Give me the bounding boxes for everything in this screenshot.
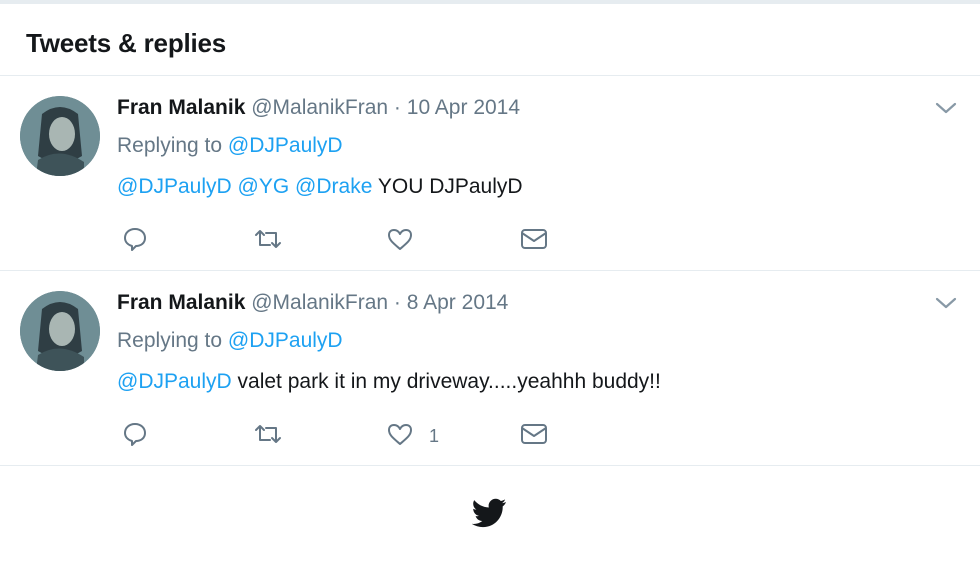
reply-target-link[interactable]: @DJPaulyD — [228, 134, 343, 157]
like-button[interactable] — [385, 226, 429, 256]
mention-link[interactable]: @Drake — [295, 175, 372, 198]
mention-link[interactable]: @DJPaulyD — [117, 370, 232, 393]
replying-to: Replying to @DJPaulyD — [117, 329, 343, 353]
retweet-icon — [252, 225, 284, 258]
tweet-header: Fran Malanik @MalanikFran · 10 Apr 2014 — [117, 96, 520, 120]
chevron-down-icon[interactable] — [934, 295, 958, 311]
page-title: Tweets & replies — [26, 28, 227, 58]
tweet-text: @DJPaulyD valet park it in my driveway..… — [117, 370, 661, 394]
author-name[interactable]: Fran Malanik — [117, 96, 245, 119]
twitter-bird-icon[interactable] — [471, 498, 508, 528]
tweet-actions: 1 — [117, 421, 577, 451]
tweet-date[interactable]: 10 Apr 2014 — [407, 96, 520, 119]
reply-target-link[interactable]: @DJPaulyD — [228, 329, 343, 352]
author-handle[interactable]: @MalanikFran — [251, 291, 388, 314]
separator: · — [393, 96, 401, 119]
like-button[interactable]: 1 — [385, 421, 439, 451]
replying-prefix: Replying to — [117, 329, 223, 352]
direct-message-button[interactable] — [519, 226, 549, 256]
envelope-icon — [519, 225, 549, 258]
mention-link[interactable]: @YG — [238, 175, 290, 198]
tweet-actions — [117, 226, 577, 256]
reply-button[interactable] — [121, 421, 149, 451]
heart-icon — [385, 225, 415, 258]
tweet-item[interactable]: Fran Malanik @MalanikFran · 10 Apr 2014 … — [0, 76, 980, 271]
envelope-icon — [519, 420, 549, 453]
avatar[interactable] — [20, 291, 100, 371]
direct-message-button[interactable] — [519, 421, 549, 451]
retweet-button[interactable] — [252, 226, 284, 256]
tweet-item[interactable]: Fran Malanik @MalanikFran · 8 Apr 2014 R… — [0, 271, 980, 466]
tweet-body: YOU DJPaulyD — [377, 175, 523, 198]
tweet-date[interactable]: 8 Apr 2014 — [407, 291, 509, 314]
chevron-down-icon[interactable] — [934, 100, 958, 116]
mention-link[interactable]: @DJPaulyD — [117, 175, 232, 198]
tweet-header: Fran Malanik @MalanikFran · 8 Apr 2014 — [117, 291, 508, 315]
heart-icon — [385, 420, 415, 453]
retweet-icon — [252, 420, 284, 453]
tweet-body: valet park it in my driveway.....yeahhh … — [237, 370, 661, 393]
author-name[interactable]: Fran Malanik — [117, 291, 245, 314]
author-handle[interactable]: @MalanikFran — [251, 96, 388, 119]
retweet-button[interactable] — [252, 421, 284, 451]
reply-icon — [121, 420, 149, 453]
timeline-header: Tweets & replies — [0, 4, 980, 76]
avatar[interactable] — [20, 96, 100, 176]
tweet-text: @DJPaulyD @YG @Drake YOU DJPaulyD — [117, 175, 523, 199]
replying-prefix: Replying to — [117, 134, 223, 157]
replying-to: Replying to @DJPaulyD — [117, 134, 343, 158]
separator: · — [393, 291, 401, 314]
reply-icon — [121, 225, 149, 258]
reply-button[interactable] — [121, 226, 149, 256]
like-count: 1 — [429, 425, 440, 446]
